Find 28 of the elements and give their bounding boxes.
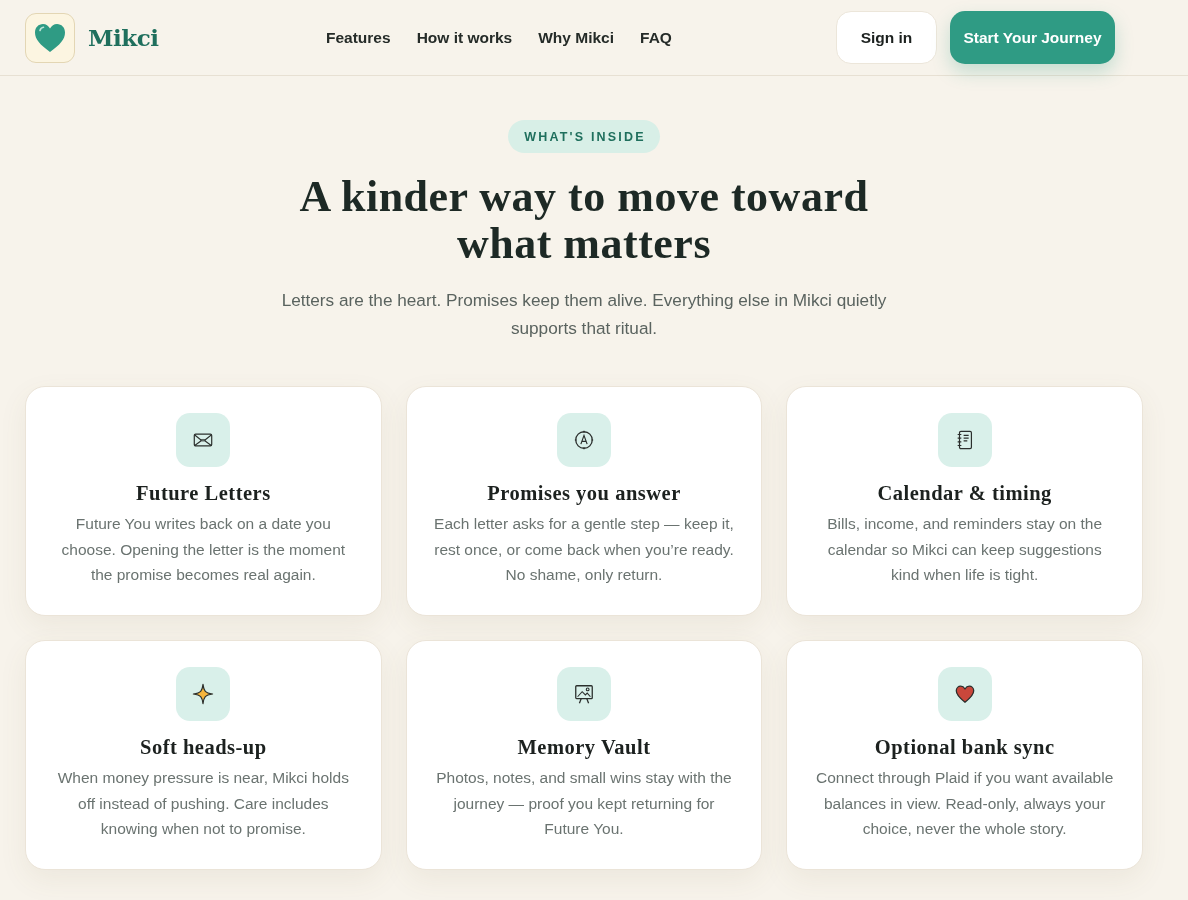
heart-icon <box>937 667 992 721</box>
feature-description: Bills, income, and reminders stay on the calendar so Mikci can keep suggestions kind when life is tight. <box>826 514 1104 585</box>
sparkle-icon <box>176 667 231 721</box>
sign-in-button[interactable]: Sign in <box>836 11 937 64</box>
brand-name[interactable]: Mikci <box>88 24 159 51</box>
section-badge: WHAT'S INSIDE <box>508 120 660 153</box>
feature-description: When money pressure is near, Mikci holds off instead of pushing. Care includes knowing when not to promise. <box>56 768 350 839</box>
feature-description: Future You writes back on a date you choose. Opening the letter is the moment the promise becomes real again. <box>60 514 347 585</box>
feature-title: Calendar & timing <box>877 482 1052 505</box>
feature-description: Connect through Plaid if you want available balances in view. Read-only, always your choice, never the whole story. <box>815 768 1115 839</box>
feature-description: Photos, notes, and small wins stay with the journey — proof you kept returning for Future You. <box>435 768 733 839</box>
picture-icon <box>557 667 611 721</box>
circled-letter-icon <box>557 413 611 467</box>
feature-title: Optional bank sync <box>874 736 1055 759</box>
feature-title: Soft heads-up <box>140 736 267 759</box>
nav-link[interactable]: FAQ <box>640 28 672 47</box>
feature-title: Promises you answer <box>487 482 681 505</box>
section-heading: A kinder way to move toward what matters <box>298 173 870 267</box>
notebook-icon <box>937 413 992 467</box>
feature-title: Memory Vault <box>517 736 651 759</box>
feature-title: Future Letters <box>135 482 271 505</box>
envelope-icon <box>176 413 231 467</box>
nav-link[interactable]: Features <box>326 28 391 47</box>
nav-link[interactable]: How it works <box>416 28 513 47</box>
nav-link[interactable]: Why Mikci <box>538 28 615 47</box>
heart-logo-icon[interactable] <box>25 12 75 63</box>
feature-description: Each letter asks for a gentle step — keep it, rest once, or come back when you’re ready. No shame, only return. <box>433 514 735 585</box>
section-subtitle: Letters are the heart. Promises keep them alive. Everything else in Mikci quietly supports that ritual. <box>280 289 888 340</box>
